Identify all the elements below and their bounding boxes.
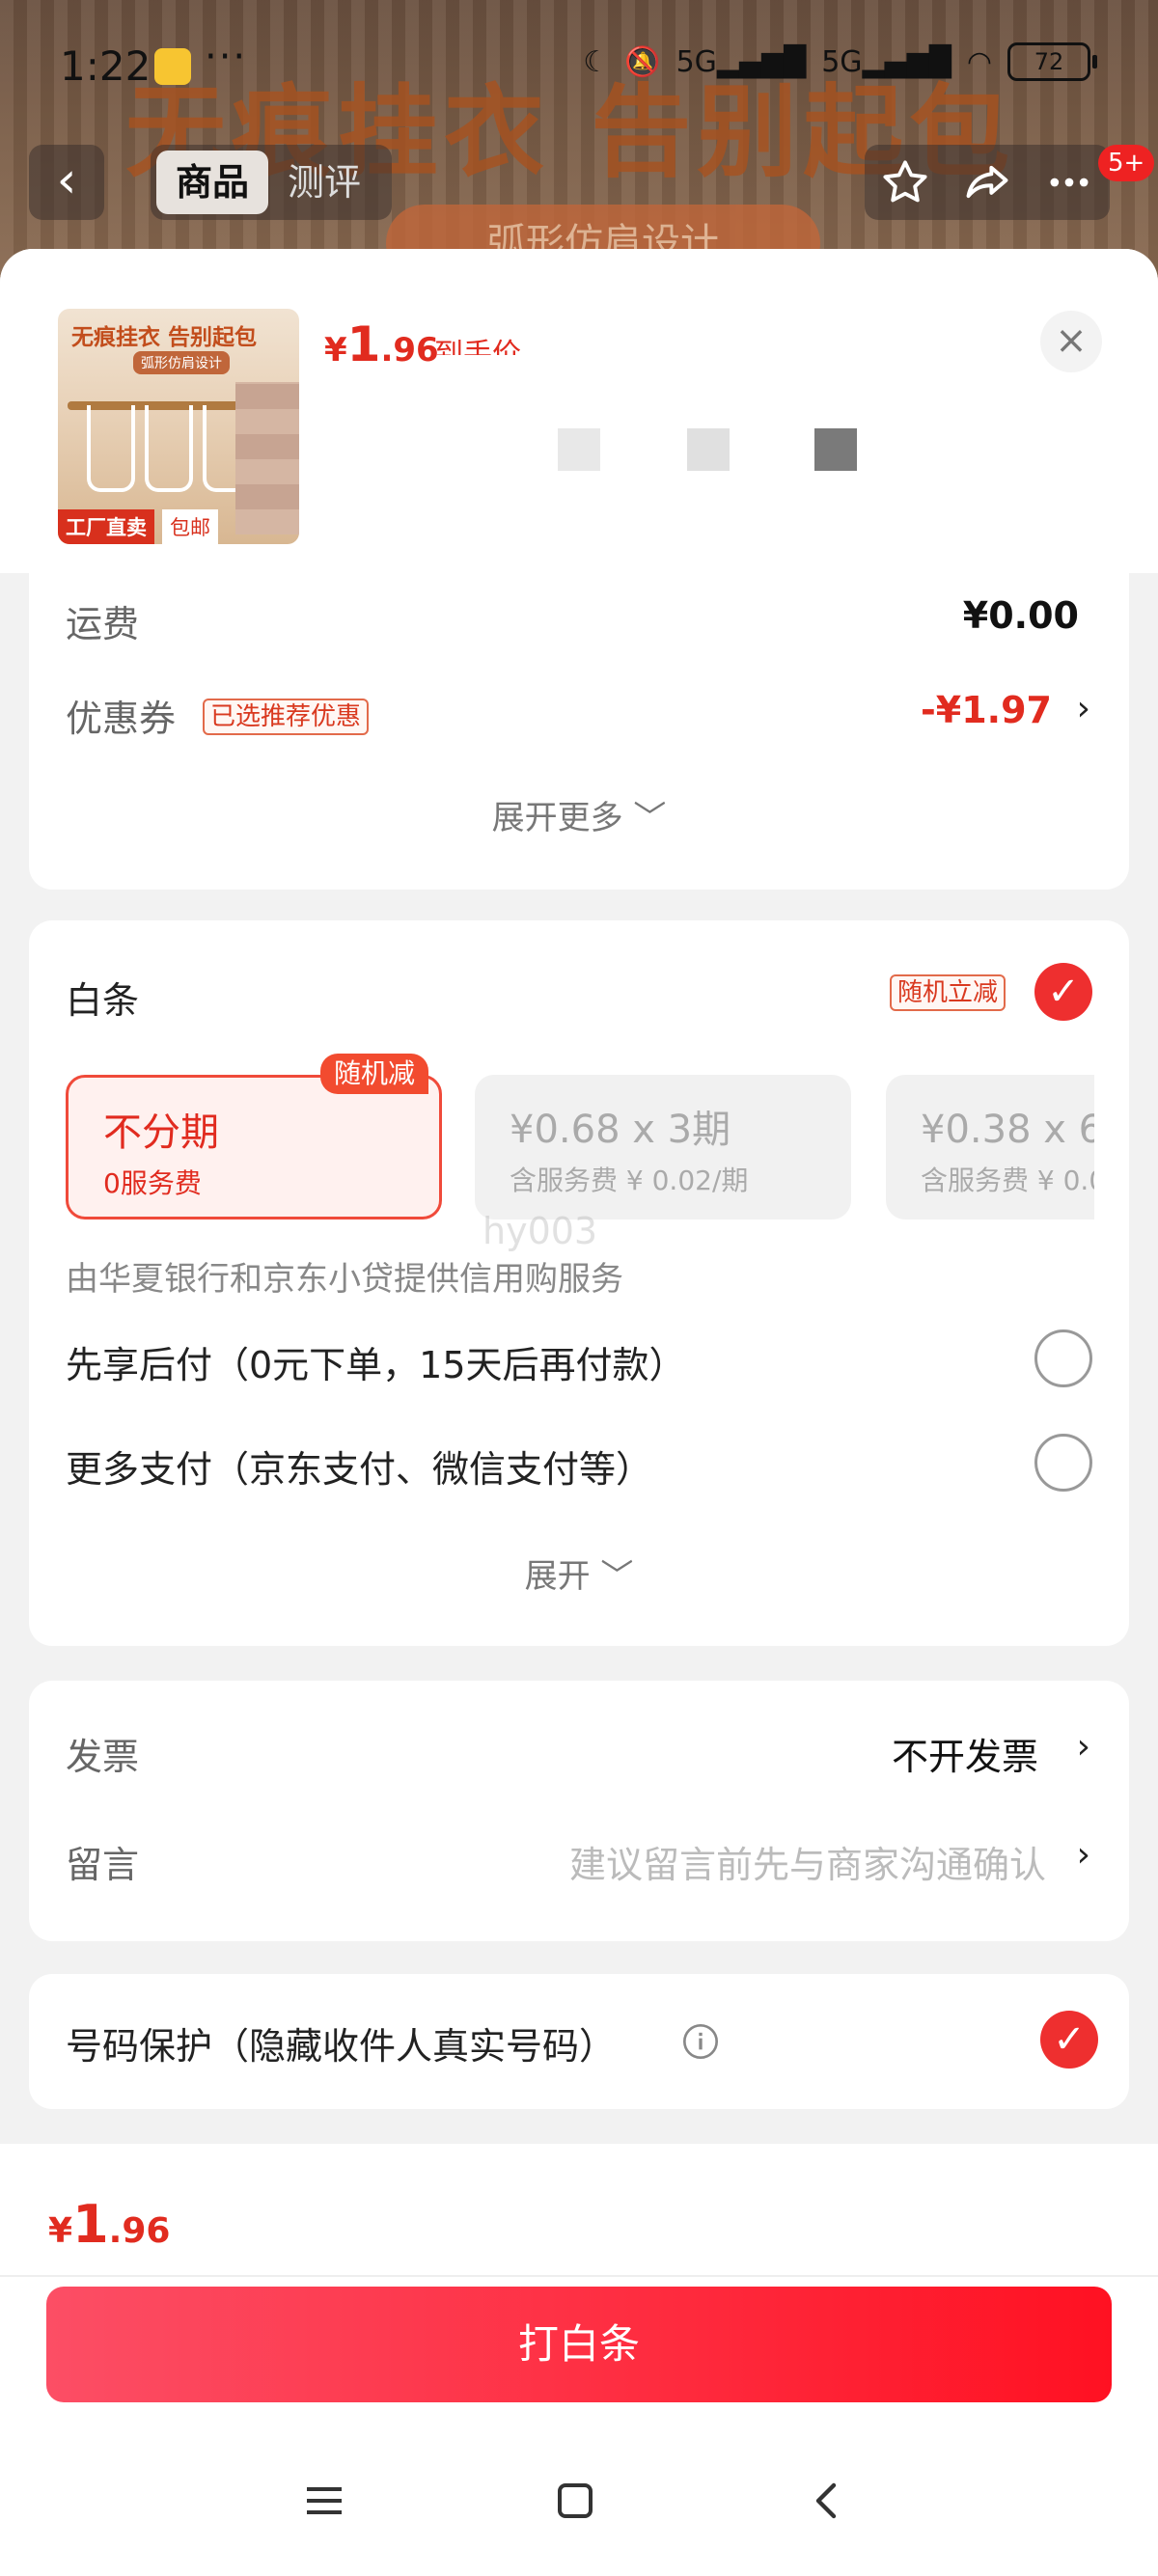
credit-service-note: 由华夏银行和京东小贷提供信用购服务 xyxy=(66,1260,623,1299)
plan-title: ¥0.38 x 6期 xyxy=(921,1108,1094,1152)
shipping-value: ¥0.00 xyxy=(962,594,1079,637)
product-tabs: 商品 测评 xyxy=(151,145,392,220)
tab-product[interactable]: 商品 xyxy=(156,151,269,214)
home-icon[interactable] xyxy=(546,2472,604,2530)
payment-card: 白条 随机立减 ✓ 随机减 不分期 0服务费 ¥0.68 x 3期 含服务费 ¥… xyxy=(29,920,1129,1646)
price-integer: 1 xyxy=(72,2194,109,2255)
baitiao-label: 白条 xyxy=(66,979,140,1022)
thumb-subtitle: 弧形仿肩设计 xyxy=(133,351,230,374)
favorite-star-icon[interactable] xyxy=(876,153,934,211)
hanger-shape xyxy=(87,405,135,492)
signal-5g-icon: 5G▂▄▆█ xyxy=(676,44,807,79)
close-button[interactable]: × xyxy=(1040,311,1102,372)
price-label: 到手价 xyxy=(434,338,521,355)
info-icon[interactable] xyxy=(681,2022,720,2061)
system-navigation-bar xyxy=(0,2472,1158,2549)
nav-actions xyxy=(865,145,1110,220)
expand-more-button[interactable]: 展开更多 ﹀ xyxy=(29,791,1129,838)
status-icons: ☾ 🔕 5G▂▄▆█ 5G▂▄▆█ ◠ 72 xyxy=(583,42,1097,81)
free-shipping-tag: 包邮 xyxy=(162,509,218,544)
chevron-right-icon[interactable]: › xyxy=(1077,689,1090,728)
plan-title: 不分期 xyxy=(103,1110,219,1155)
tab-review[interactable]: 测评 xyxy=(268,151,380,214)
coupon-value[interactable]: -¥1.97 xyxy=(921,689,1052,731)
spec-swatch[interactable] xyxy=(687,428,730,471)
price-decimal: .96 xyxy=(108,2211,171,2251)
wifi-icon: ◠ xyxy=(966,44,992,79)
battery-icon: 72 xyxy=(1007,42,1097,81)
message-label: 留言 xyxy=(66,1844,140,1886)
share-icon[interactable] xyxy=(958,153,1016,211)
invoice-card: 发票 不开发票 › 留言 建议留言前先与商家沟通确认 › xyxy=(29,1681,1129,1941)
hanger-shape xyxy=(145,405,193,492)
price-decimal: .96 xyxy=(380,331,439,370)
total-price: ¥1.96 xyxy=(48,2194,170,2255)
shipping-label: 运费 xyxy=(66,603,140,645)
product-header: 无痕挂衣 告别起包 弧形仿肩设计 工厂直卖 包邮 ¥1.96 到手价 × xyxy=(0,249,1158,573)
more-icon[interactable] xyxy=(1040,153,1098,211)
more-notifications-icon: ··· xyxy=(205,35,248,79)
pay-later-radio[interactable] xyxy=(1034,1329,1092,1387)
product-price: ¥1.96 xyxy=(324,316,439,372)
invoice-label: 发票 xyxy=(66,1736,140,1778)
price-integer: 1 xyxy=(346,316,381,372)
plan-subtitle: 0服务费 xyxy=(103,1167,202,1199)
order-summary-card: 运费 ¥0.00 优惠券 已选推荐优惠 -¥1.97 › 展开更多 ﹀ xyxy=(29,573,1129,890)
checkout-footer: ¥1.96 打白条 xyxy=(0,2144,1158,2576)
invoice-value[interactable]: 不开发票 xyxy=(892,1727,1038,1780)
plan-subtitle: 含服务费 ¥ 0.02/期 xyxy=(510,1165,749,1196)
factory-tag: 工厂直卖 xyxy=(58,509,154,544)
thumb-mosaic xyxy=(235,382,299,534)
random-discount-tag: 随机立减 xyxy=(890,974,1006,1011)
watermark: hy003 xyxy=(482,1210,598,1252)
menu-icon[interactable] xyxy=(295,2472,353,2530)
spec-swatch[interactable] xyxy=(558,428,600,471)
number-protection-checked-icon[interactable]: ✓ xyxy=(1040,2011,1098,2069)
pay-later-option[interactable]: 先享后付（0元下单，15天后再付款） xyxy=(66,1335,686,1388)
back-nav-icon[interactable] xyxy=(799,2472,857,2530)
more-payment-option[interactable]: 更多支付（京东支付、微信支付等） xyxy=(66,1439,652,1493)
plan-option-3[interactable]: ¥0.68 x 3期 含服务费 ¥ 0.02/期 xyxy=(475,1075,851,1219)
status-bar: 1:22 ··· ☾ 🔕 5G▂▄▆█ 5G▂▄▆█ ◠ 72 xyxy=(0,29,1158,106)
price-symbol: ¥ xyxy=(324,331,347,370)
installment-plans: 不分期 0服务费 ¥0.68 x 3期 含服务费 ¥ 0.02/期 ¥0.38 … xyxy=(66,1075,1094,1221)
coupon-label: 优惠券 xyxy=(66,698,177,740)
price-symbol: ¥ xyxy=(48,2211,73,2251)
dnd-moon-icon: ☾ xyxy=(583,44,610,79)
number-protection-card: 号码保护（隐藏收件人真实号码） ✓ xyxy=(29,1974,1129,2109)
plan-badge: 随机减 xyxy=(320,1054,429,1094)
number-protection-label: 号码保护（隐藏收件人真实号码） xyxy=(66,2025,617,2068)
message-input[interactable]: 建议留言前先与商家沟通确认 xyxy=(569,1835,1046,1888)
status-time: 1:22 xyxy=(60,42,152,90)
pay-with-baitiao-button[interactable]: 打白条 xyxy=(46,2287,1112,2402)
more-payment-radio[interactable] xyxy=(1034,1434,1092,1492)
message-badge: 5+ xyxy=(1098,145,1155,181)
baitiao-checked-icon[interactable]: ✓ xyxy=(1034,963,1092,1021)
notification-app-icon xyxy=(154,48,191,85)
product-thumbnail[interactable]: 无痕挂衣 告别起包 弧形仿肩设计 工厂直卖 包邮 xyxy=(58,309,299,544)
expand-payment-button[interactable]: 展开 ﹀ xyxy=(29,1549,1129,1597)
plan-title: ¥0.68 x 3期 xyxy=(510,1108,731,1152)
mute-bell-icon: 🔕 xyxy=(624,44,661,79)
plan-subtitle: 含服务费 ¥ 0.02/期 xyxy=(921,1165,1094,1196)
coupon-tag: 已选推荐优惠 xyxy=(203,699,370,735)
chevron-right-icon[interactable]: › xyxy=(1077,1835,1090,1875)
footer-divider xyxy=(0,2275,1158,2277)
signal-5g-icon-2: 5G▂▄▆█ xyxy=(821,44,951,79)
plan-option-6[interactable]: ¥0.38 x 6期 含服务费 ¥ 0.02/期 xyxy=(886,1075,1094,1219)
chevron-right-icon[interactable]: › xyxy=(1077,1727,1090,1767)
thumb-title: 无痕挂衣 告别起包 xyxy=(71,325,258,350)
back-button[interactable]: ‹ xyxy=(29,145,104,220)
plan-option-no-installment[interactable]: 不分期 0服务费 xyxy=(66,1075,442,1219)
spec-swatch[interactable] xyxy=(814,428,857,471)
